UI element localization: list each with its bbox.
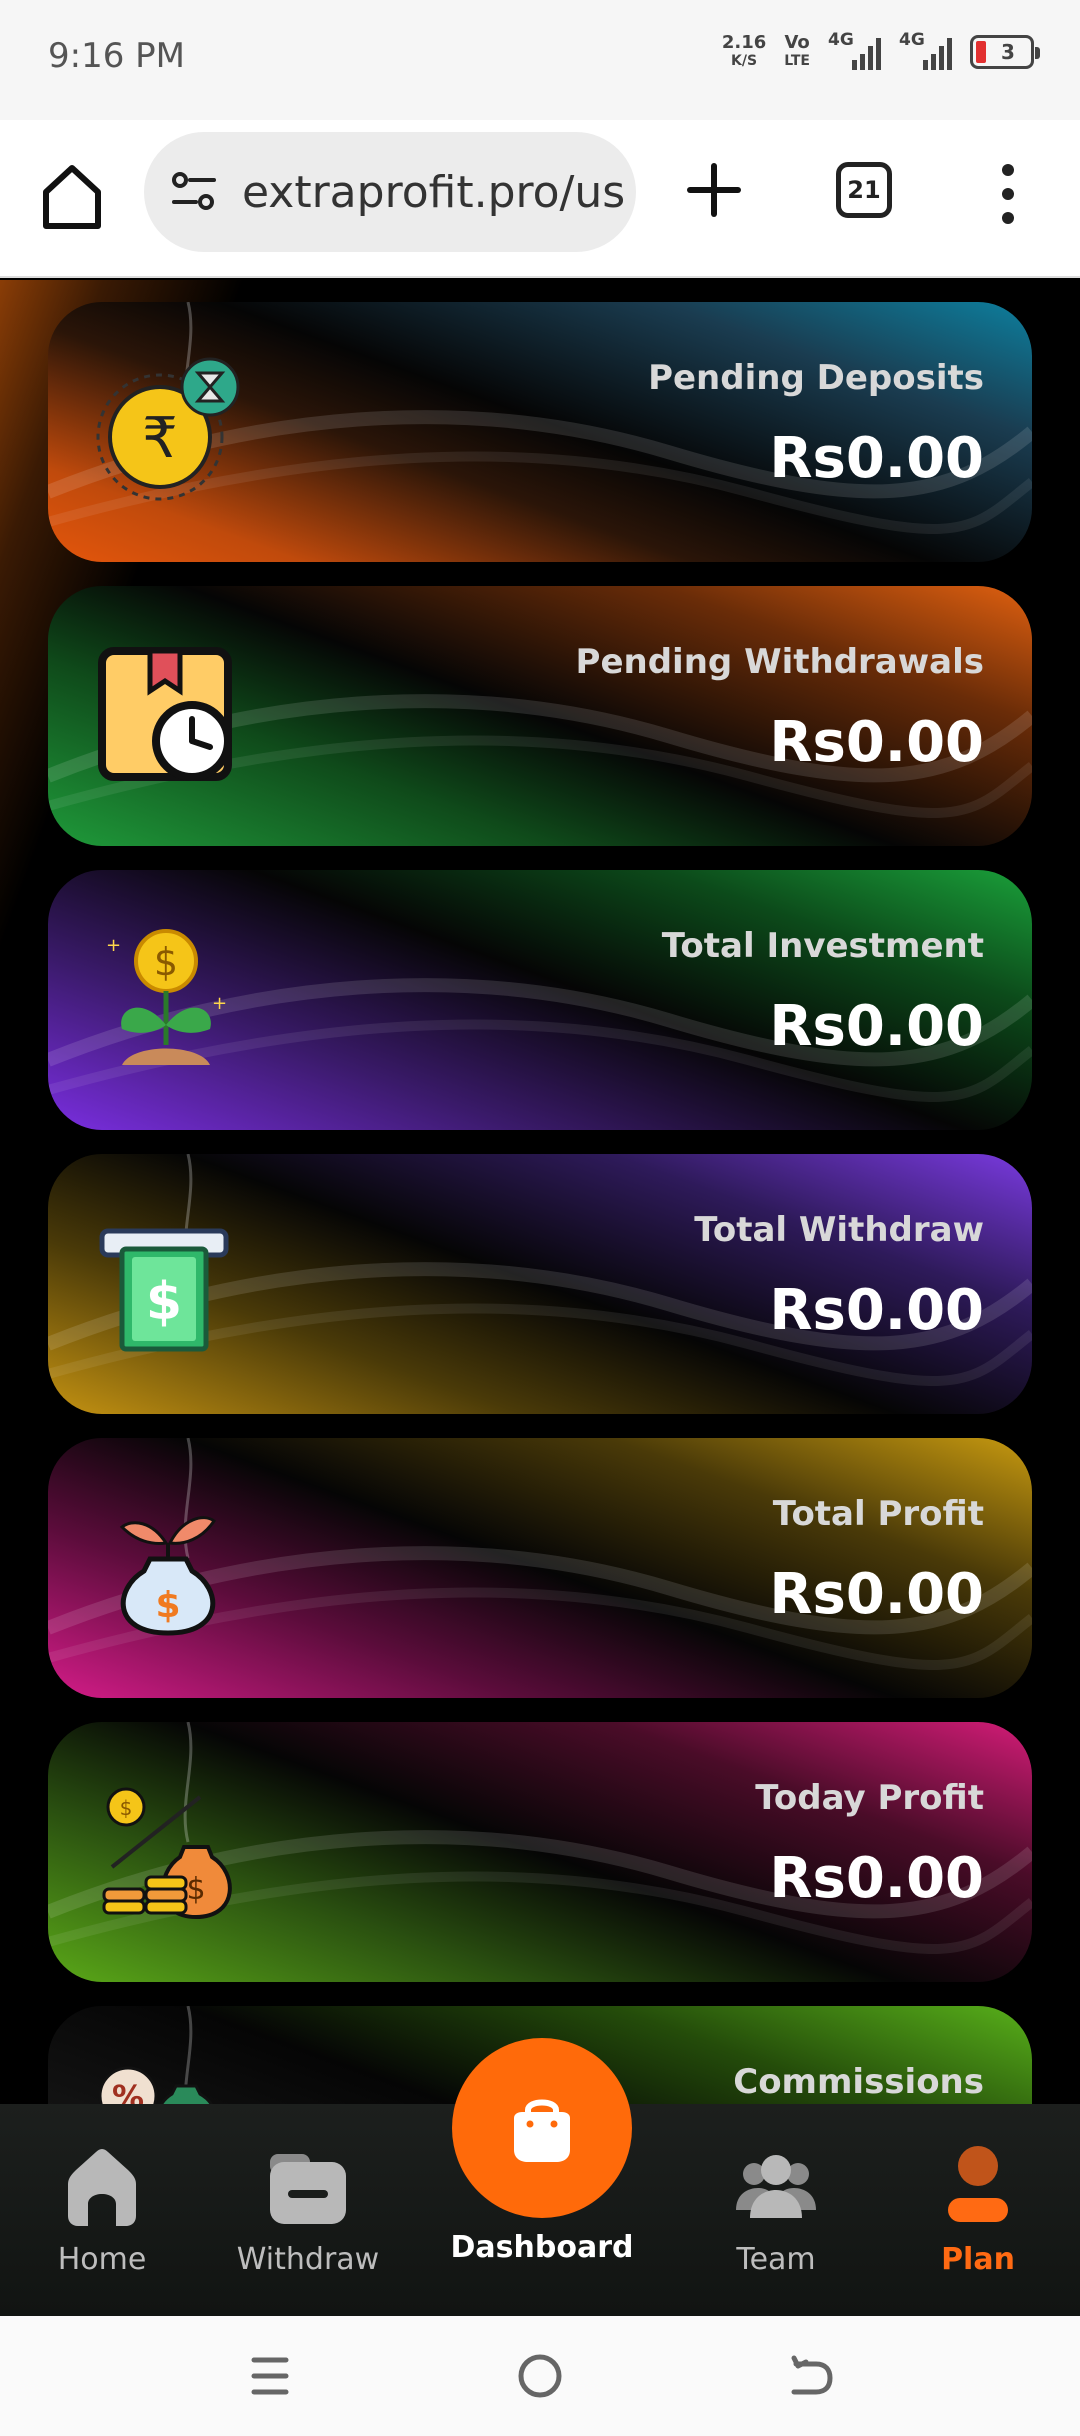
network-speed: 2.16 K/S <box>722 34 766 70</box>
more-menu-icon[interactable] <box>1000 164 1016 224</box>
svg-text:%: % <box>112 2078 144 2104</box>
sim2-network-type: 4G <box>899 30 925 50</box>
total-investment-card[interactable]: $ + + Total Investment Rs0.00 <box>48 870 1032 1130</box>
nav-home[interactable]: Home <box>22 2144 182 2277</box>
svg-text:₹: ₹ <box>142 406 178 471</box>
nav-withdraw-label: Withdraw <box>236 2242 380 2277</box>
nav-dashboard-button[interactable] <box>452 2038 632 2218</box>
volte-top: Vo <box>784 32 810 53</box>
new-tab-plus-icon[interactable] <box>684 160 744 220</box>
sim1-network-type: 4G <box>828 30 854 50</box>
rupee-pending-icon: ₹ <box>96 357 240 501</box>
nav-dashboard-label[interactable]: Dashboard <box>432 2230 652 2265</box>
money-bag-sprout-icon: $ <box>119 1516 217 1636</box>
recent-apps-icon[interactable] <box>240 2346 300 2406</box>
nav-withdraw[interactable]: Withdraw <box>228 2144 388 2277</box>
tab-switcher-button[interactable]: 21 <box>836 162 892 218</box>
system-navigation-bar <box>0 2316 1080 2436</box>
dashboard-content[interactable]: ₹ Pending Deposits Rs0.00 Pending Withdr… <box>0 280 1080 2104</box>
wallet-icon <box>270 2154 346 2224</box>
card-label: Pending Withdrawals <box>575 642 984 682</box>
card-value: Rs0.00 <box>769 426 984 491</box>
percent-bag-icon: % <box>98 2066 213 2104</box>
home-icon <box>68 2149 136 2226</box>
nav-plan-label: Plan <box>941 2242 1015 2277</box>
site-settings-icon[interactable] <box>168 166 220 218</box>
signal-sim2-icon: 4G <box>899 30 952 70</box>
svg-text:+: + <box>212 993 227 1014</box>
card-label: Pending Deposits <box>648 358 984 398</box>
svg-text:+: + <box>106 935 121 956</box>
card-value: Rs0.00 <box>769 1846 984 1911</box>
team-icon <box>736 2155 816 2218</box>
network-speed-unit: K/S <box>731 53 758 69</box>
card-label: Total Profit <box>772 1494 984 1534</box>
svg-text:$: $ <box>154 940 178 984</box>
today-profit-card[interactable]: $ $ Today Profit Rs0.00 <box>48 1722 1032 1982</box>
card-value: Rs0.00 <box>769 1562 984 1627</box>
bottom-navigation: Home Withdraw Dashboard Team Plan <box>0 2038 1080 2316</box>
total-profit-card[interactable]: $ Total Profit Rs0.00 <box>48 1438 1032 1698</box>
signal-sim1-icon: 4G <box>828 30 881 70</box>
card-label: Total Investment <box>661 926 984 966</box>
address-bar[interactable]: extraprofit.pro/us <box>144 132 636 252</box>
pending-withdrawals-card[interactable]: Pending Withdrawals Rs0.00 <box>48 586 1032 846</box>
home-icon[interactable] <box>40 160 104 232</box>
nav-team-label: Team <box>736 2242 816 2277</box>
battery-icon: 3 <box>970 35 1040 69</box>
tab-count: 21 <box>847 176 881 204</box>
svg-text:$: $ <box>186 1872 205 1907</box>
card-value: Rs0.00 <box>769 710 984 775</box>
card-value: Rs0.00 <box>769 1278 984 1343</box>
package-clock-icon <box>98 647 232 781</box>
card-label: Commissions <box>733 2062 984 2102</box>
nav-team[interactable]: Team <box>696 2144 856 2277</box>
coin-plant-icon: $ + + <box>106 929 227 1065</box>
nav-home-label: Home <box>57 2242 147 2277</box>
coins-moneybag-icon: $ $ <box>102 1787 232 1920</box>
svg-text:$: $ <box>120 1796 133 1820</box>
svg-text:$: $ <box>146 1272 182 1332</box>
back-icon[interactable] <box>780 2346 840 2406</box>
battery-level: 3 <box>1001 40 1015 64</box>
network-speed-value: 2.16 <box>721 32 767 53</box>
status-time: 9:16 PM <box>48 36 185 76</box>
volte-bottom: LTE <box>784 53 810 69</box>
browser-toolbar: extraprofit.pro/us 21 <box>0 120 1080 278</box>
atm-cash-icon: $ <box>99 1228 229 1352</box>
status-bar: 9:16 PM 2.16 K/S Vo LTE 4G 4G 3 <box>0 0 1080 120</box>
user-plan-icon <box>948 2146 1008 2222</box>
nav-plan[interactable]: Plan <box>898 2144 1058 2277</box>
total-withdraw-card[interactable]: $ Total Withdraw Rs0.00 <box>48 1154 1032 1414</box>
url-text: extraprofit.pro/us <box>242 166 626 218</box>
home-circle-icon[interactable] <box>510 2346 570 2406</box>
volte-indicator: Vo LTE <box>784 34 810 70</box>
card-label: Total Withdraw <box>694 1210 984 1250</box>
card-label: Today Profit <box>755 1778 984 1818</box>
svg-text:$: $ <box>155 1585 180 1626</box>
pending-deposits-card[interactable]: ₹ Pending Deposits Rs0.00 <box>48 302 1032 562</box>
shopping-bag-icon <box>514 2099 570 2162</box>
card-value: Rs0.00 <box>769 994 984 1059</box>
status-icons: 2.16 K/S Vo LTE 4G 4G 3 <box>722 30 1040 70</box>
